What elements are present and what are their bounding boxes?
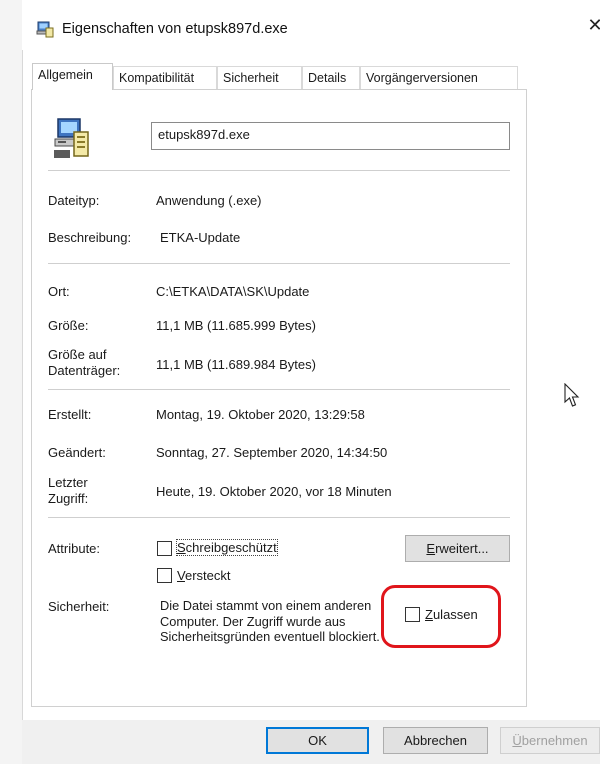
- program-file-icon: [54, 118, 89, 158]
- letzter-zugriff-label-line2: Zugriff:: [48, 491, 89, 506]
- geaendert-value: Sonntag, 27. September 2020, 14:34:50: [156, 445, 388, 460]
- dateityp-value: Anwendung (.exe): [156, 193, 262, 208]
- ok-button[interactable]: OK: [266, 727, 369, 754]
- erweitert-button[interactable]: Erweitert...: [405, 535, 510, 562]
- close-icon[interactable]: ✕: [587, 15, 600, 36]
- groesse-auf-label-line2: Datenträger:: [48, 363, 121, 378]
- sicherheit-text: Die Datei stammt von einem anderen Compu…: [160, 598, 380, 644]
- erstellt-label: Erstellt:: [48, 407, 92, 422]
- tab-kompatibilitaet[interactable]: Kompatibilität: [113, 66, 217, 89]
- groesse-label: Größe:: [48, 318, 89, 333]
- tab-details[interactable]: Details: [302, 66, 360, 89]
- ort-value: C:\ETKA\DATA\SK\Update: [156, 284, 310, 299]
- geaendert-label: Geändert:: [48, 445, 106, 460]
- tab-sicherheit[interactable]: Sicherheit: [217, 66, 302, 89]
- letzter-zugriff-label-line1: Letzter: [48, 475, 88, 490]
- tab-allgemein[interactable]: Allgemein: [32, 63, 113, 90]
- separator: [48, 517, 510, 518]
- filename-input[interactable]: etupsk897d.exe: [151, 122, 510, 150]
- program-file-icon: [36, 21, 54, 38]
- beschreibung-value: ETKA-Update: [160, 230, 241, 245]
- window-left-edge: [0, 0, 23, 764]
- abbrechen-button[interactable]: Abbrechen: [383, 727, 488, 754]
- sicherheit-label: Sicherheit:: [48, 599, 110, 614]
- letzter-zugriff-value: Heute, 19. Oktober 2020, vor 18 Minuten: [156, 484, 392, 499]
- window-title: Eigenschaften von etupsk897d.exe: [62, 21, 288, 37]
- separator: [48, 263, 510, 264]
- beschreibung-label: Beschreibung:: [48, 230, 132, 245]
- schreibgeschuetzt-checkbox[interactable]: [157, 541, 172, 556]
- erstellt-value: Montag, 19. Oktober 2020, 13:29:58: [156, 407, 365, 422]
- groesse-auf-value: 11,1 MB (11.689.984 Bytes): [156, 357, 316, 372]
- zulassen-checkbox[interactable]: [405, 607, 420, 622]
- title-bar: Eigenschaften von etupsk897d.exe ✕: [22, 0, 600, 50]
- zulassen-label[interactable]: Zulassen: [425, 607, 478, 622]
- schreibgeschuetzt-label[interactable]: Schreibgeschützt: [176, 539, 278, 556]
- dateityp-label: Dateityp:: [48, 193, 100, 208]
- attribute-label: Attribute:: [48, 541, 101, 556]
- groesse-value: 11,1 MB (11.685.999 Bytes): [156, 318, 316, 333]
- mouse-cursor-icon: [564, 383, 580, 407]
- versteckt-checkbox[interactable]: [157, 568, 172, 583]
- versteckt-label[interactable]: Versteckt: [177, 568, 230, 583]
- groesse-auf-label-line1: Größe auf: [48, 347, 107, 362]
- separator: [48, 170, 510, 171]
- uebernehmen-button[interactable]: Übernehmen: [500, 727, 600, 754]
- ort-label: Ort:: [48, 284, 70, 299]
- tab-vorgaengerversionen[interactable]: Vorgängerversionen: [360, 66, 518, 89]
- separator: [48, 389, 510, 390]
